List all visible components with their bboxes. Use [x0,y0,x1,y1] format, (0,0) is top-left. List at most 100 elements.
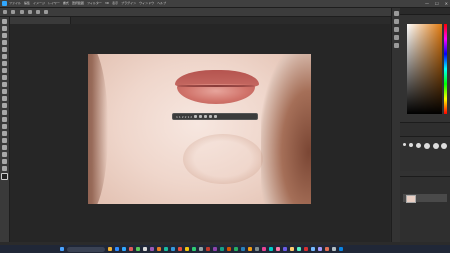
panel-icon[interactable] [393,11,399,16]
app-icon[interactable] [178,247,182,251]
path-select-tool-icon[interactable] [2,138,7,143]
app-icon[interactable] [255,247,259,251]
brush-preset[interactable] [424,143,430,149]
app-icon[interactable] [283,247,287,251]
menu-3d[interactable]: 3D [105,0,109,7]
app-icon[interactable] [290,247,294,251]
app-icon[interactable] [311,247,315,251]
app-icon[interactable] [332,247,336,251]
task-icon[interactable] [194,115,198,118]
option-icon[interactable] [44,10,48,14]
browser-icon[interactable] [115,247,119,251]
panel-icon[interactable] [393,43,399,48]
app-icon[interactable] [248,247,252,251]
task-icon[interactable] [204,115,208,118]
eyedropper-tool-icon[interactable] [2,61,7,66]
panel-icon[interactable] [393,35,399,40]
app-icon[interactable] [276,247,280,251]
task-icon[interactable] [209,115,213,118]
healing-tool-icon[interactable] [2,68,7,73]
app-icon[interactable] [164,247,168,251]
app-icon[interactable] [220,247,224,251]
more-tools-icon[interactable] [2,166,7,171]
eraser-tool-icon[interactable] [2,96,7,101]
crop-tool-icon[interactable] [2,47,7,52]
stamp-tool-icon[interactable] [2,82,7,87]
app-icon[interactable] [304,247,308,251]
app-icon[interactable] [157,247,161,251]
app-icon[interactable] [136,247,140,251]
document-tab[interactable] [10,17,71,24]
dodge-tool-icon[interactable] [2,117,7,122]
menu-select[interactable]: 選択範囲 [72,0,84,7]
foreground-color-swatch[interactable] [1,173,8,180]
app-icon[interactable] [234,247,238,251]
brush-preset[interactable] [409,143,413,147]
hand-tool-icon[interactable] [2,152,7,157]
task-icon[interactable] [199,115,203,118]
minimize-button[interactable]: — [425,0,429,7]
app-icon[interactable] [150,247,154,251]
move-tool-icon[interactable] [2,19,7,24]
brush-tool-icon[interactable] [2,75,7,80]
swatches-panel[interactable] [400,122,450,137]
app-icon[interactable] [129,247,133,251]
menu-edit[interactable]: 編集 [24,0,30,7]
menu-plugins[interactable]: プラグイン [121,0,136,7]
menu-help[interactable]: ヘルプ [157,0,166,7]
app-icon[interactable] [171,247,175,251]
color-panel-tabs[interactable] [400,8,450,15]
windows-start-icon[interactable] [60,247,64,251]
marquee-tool-icon[interactable] [2,26,7,31]
menu-view[interactable]: 表示 [112,0,118,7]
taskbar-search[interactable] [67,246,105,252]
app-icon[interactable] [206,247,210,251]
brush-preset[interactable] [416,143,421,148]
type-tool-icon[interactable] [2,131,7,136]
file-explorer-icon[interactable] [108,247,112,251]
home-icon[interactable] [3,10,7,14]
hue-slider[interactable] [444,24,447,114]
menu-layer[interactable]: レイヤー [48,0,60,7]
option-icon[interactable] [20,10,24,14]
app-icon[interactable] [199,247,203,251]
color-picker-field[interactable] [407,24,442,114]
app-icon[interactable] [241,247,245,251]
app-icon[interactable] [318,247,322,251]
zoom-tool-icon[interactable] [2,159,7,164]
pen-tool-icon[interactable] [2,124,7,129]
option-icon[interactable] [36,10,40,14]
blur-tool-icon[interactable] [2,110,7,115]
app-icon[interactable] [297,247,301,251]
gradient-tool-icon[interactable] [2,103,7,108]
menu-file[interactable]: ファイル [9,0,21,7]
menu-window[interactable]: ウィンドウ [139,0,154,7]
app-icon[interactable] [262,247,266,251]
app-icon[interactable] [325,247,329,251]
app-icon[interactable] [227,247,231,251]
brush-preset[interactable] [403,143,406,146]
app-icon[interactable] [213,247,217,251]
option-icon[interactable] [28,10,32,14]
shape-tool-icon[interactable] [2,145,7,150]
ps-logo-icon[interactable] [2,1,7,6]
brush-preset[interactable] [441,143,447,149]
panel-icon[interactable] [393,19,399,24]
tool-preset-icon[interactable] [11,10,15,14]
menu-filter[interactable]: フィルター [87,0,102,7]
contextual-task-bar[interactable]: 1 1 2 2 1 2 [172,113,258,120]
quick-select-tool-icon[interactable] [2,40,7,45]
app-icon[interactable] [185,247,189,251]
app-icon[interactable] [269,247,273,251]
app-icon[interactable] [143,247,147,251]
brush-preset[interactable] [433,143,439,149]
maximize-button[interactable]: ☐ [435,0,439,7]
panel-icon[interactable] [393,27,399,32]
menu-image[interactable]: イメージ [33,0,45,7]
history-brush-tool-icon[interactable] [2,89,7,94]
app-icon[interactable] [339,247,343,251]
more-options-icon[interactable] [214,115,218,118]
app-icon[interactable] [192,247,196,251]
close-button[interactable]: ✕ [445,0,448,7]
photoshop-icon[interactable] [122,247,126,251]
